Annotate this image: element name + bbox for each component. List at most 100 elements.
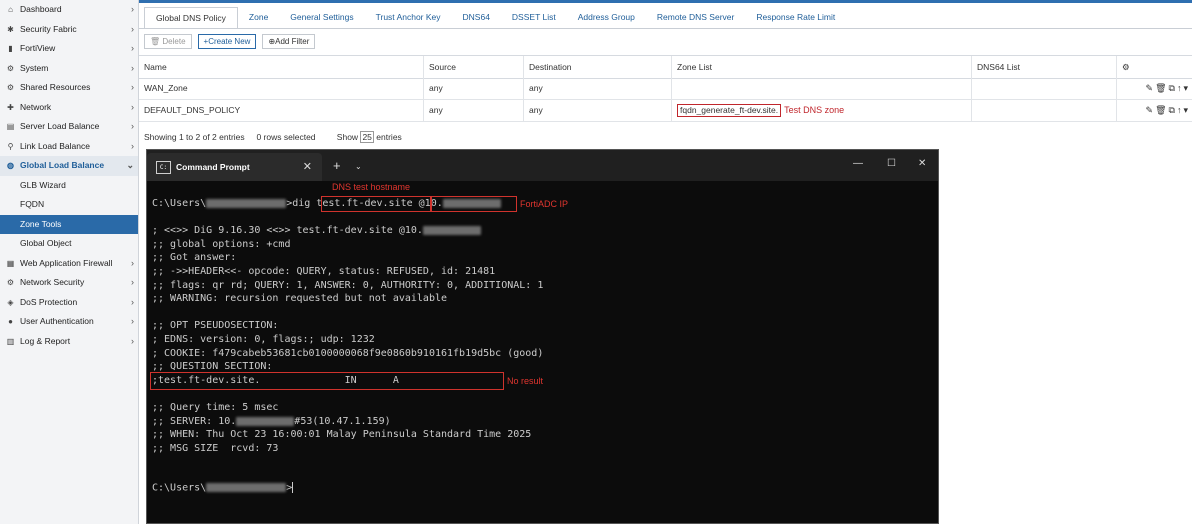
- delete-button[interactable]: 🗑 Delete: [144, 33, 192, 49]
- row-destination: any: [524, 77, 672, 99]
- chevron-right-icon: ›: [131, 257, 134, 268]
- sidebar-subitem-zone-tools[interactable]: Zone Tools: [0, 214, 138, 234]
- selected-count: 0 rows selected: [256, 132, 316, 142]
- cmd-tab-title: Command Prompt: [176, 162, 250, 172]
- column-settings[interactable]: ⚙: [1117, 56, 1192, 78]
- terminal-line: ;; flags: qr rd; QUERY: 1, ANSWER: 0, AU…: [152, 280, 544, 291]
- sidebar-item-link-load-balance[interactable]: ⚲ Link Load Balance ›: [0, 137, 138, 157]
- terminal-line: ;; MSG SIZE rcvd: 73: [152, 443, 279, 454]
- chevron-right-icon: ⌄: [126, 160, 134, 170]
- user-icon: ●: [8, 317, 13, 326]
- tab-address-group[interactable]: Address Group: [567, 7, 646, 28]
- column-header-source[interactable]: Source: [424, 56, 524, 78]
- clone-icon[interactable]: ⧉: [1169, 105, 1177, 115]
- sidebar-item-network[interactable]: ✚ Network ›: [0, 98, 138, 118]
- sidebar-subitem-glb-wizard[interactable]: GLB Wizard: [0, 176, 138, 196]
- edit-icon[interactable]: ✎: [1146, 105, 1156, 115]
- chevron-down-icon[interactable]: ⌄: [355, 151, 362, 182]
- chevron-right-icon: ›: [131, 4, 134, 14]
- terminal-line: ;; Query time: 5 msec: [152, 402, 279, 413]
- table-row[interactable]: DEFAULT_DNS_POLICY any any fqdn_generate…: [139, 99, 1192, 122]
- page-size-select[interactable]: 25: [360, 131, 374, 143]
- sidebar-item-dashboard[interactable]: ⌂ Dashboard ›: [0, 0, 138, 20]
- terminal-output[interactable]: DNS test hostname C:\Users\xxxxxxxx>dig …: [147, 181, 938, 523]
- column-header-name[interactable]: Name: [139, 56, 424, 78]
- sidebar-item-network-security[interactable]: ⚙ Network Security ›: [0, 273, 138, 293]
- chevron-down-icon[interactable]: ▾: [1183, 105, 1190, 115]
- delete-icon[interactable]: 🗑: [1155, 105, 1168, 115]
- zone-list-highlight: fqdn_generate_ft-dev.site.: [677, 104, 782, 117]
- annotation-ip: FortiADC IP: [520, 199, 569, 209]
- sidebar-item-dos-protection[interactable]: ◈ DoS Protection ›: [0, 293, 138, 313]
- tab-response-rate-limit[interactable]: Response Rate Limit: [745, 7, 846, 28]
- close-tab-icon[interactable]: ✕: [303, 153, 312, 181]
- link-icon: ⚲: [7, 141, 14, 151]
- maximize-icon[interactable]: ☐: [887, 150, 896, 178]
- sidebar-item-log-report[interactable]: ▥ Log & Report ›: [0, 332, 138, 352]
- cmd-tab[interactable]: C: Command Prompt ✕: [147, 153, 322, 181]
- terminal-line: ; COOKIE: f479cabeb53681cb0100000068f9e0…: [152, 348, 544, 359]
- sidebar-subitem-fqdn[interactable]: FQDN: [0, 195, 138, 215]
- tab-general-settings[interactable]: General Settings: [279, 7, 364, 28]
- gear-icon[interactable]: ⚙: [1122, 62, 1130, 72]
- shared-resources-icon: ⚙: [6, 83, 15, 92]
- add-filter-button[interactable]: ⊕Add Filter: [262, 33, 316, 49]
- row-dns64: [972, 99, 1117, 121]
- new-tab-icon[interactable]: +: [333, 150, 341, 181]
- question-highlight: [150, 372, 504, 390]
- row-zone-list: fqdn_generate_ft-dev.site. Test DNS zone: [672, 99, 972, 121]
- network-icon: ✚: [7, 102, 14, 112]
- row-destination: any: [524, 99, 672, 121]
- cmd-titlebar: C: Command Prompt ✕ + ⌄ — ☐ ✕: [147, 150, 938, 181]
- tab-zone[interactable]: Zone: [238, 7, 279, 28]
- terminal-line: ; <<>> DiG 9.16.30 <<>> test.ft-dev.site…: [152, 225, 481, 236]
- sidebar-item-global-load-balance[interactable]: ◍ Global Load Balance ⌄: [0, 156, 138, 176]
- row-name: WAN_Zone: [139, 77, 424, 99]
- chevron-right-icon: ›: [131, 316, 134, 326]
- chevron-right-icon: ›: [131, 121, 134, 131]
- minimize-icon[interactable]: —: [853, 150, 863, 178]
- tab-global-dns-policy[interactable]: Global DNS Policy: [144, 7, 238, 29]
- shield-icon: ◈: [7, 297, 14, 307]
- chevron-right-icon: ›: [131, 277, 134, 287]
- column-header-zone-list[interactable]: Zone List: [672, 56, 972, 78]
- command-prompt-window: C: Command Prompt ✕ + ⌄ — ☐ ✕ DNS test h…: [146, 149, 939, 524]
- tab-remote-dns-server[interactable]: Remote DNS Server: [646, 7, 745, 28]
- sidebar-item-fortiview[interactable]: ▮ FortiView ›: [0, 39, 138, 59]
- sidebar-item-shared-resources[interactable]: ⚙ Shared Resources ›: [0, 78, 138, 98]
- log-icon: ▥: [6, 336, 15, 346]
- tab-dsset-list[interactable]: DSSET List: [501, 7, 567, 28]
- terminal-prompt: C:\Users\xxxxxxxx>: [152, 482, 294, 494]
- waf-icon: ▦: [6, 258, 15, 268]
- close-icon[interactable]: ✕: [918, 150, 926, 178]
- column-header-destination[interactable]: Destination: [524, 56, 672, 78]
- sidebar-subitem-global-object[interactable]: Global Object: [0, 234, 138, 254]
- terminal-line: ;; global options: +cmd: [152, 239, 291, 250]
- trash-icon: 🗑: [150, 36, 161, 46]
- table-footer: Showing 1 to 2 of 2 entries 0 rows selec…: [144, 131, 402, 143]
- create-new-button[interactable]: +Create New: [197, 33, 257, 49]
- tab-dns64[interactable]: DNS64: [452, 7, 501, 28]
- terminal-line: ;; OPT PSEUDOSECTION:: [152, 320, 279, 331]
- chevron-right-icon: ›: [131, 82, 134, 92]
- column-header-dns64-list[interactable]: DNS64 List: [972, 56, 1117, 78]
- sidebar-item-web-application-firewall[interactable]: ▦ Web Application Firewall ›: [0, 254, 138, 274]
- table-header: Name Source Destination Zone List DNS64 …: [139, 55, 1192, 79]
- chevron-right-icon: ›: [131, 101, 134, 112]
- sidebar-item-user-authentication[interactable]: ● User Authentication ›: [0, 312, 138, 332]
- row-source: any: [424, 77, 524, 99]
- terminal-line: ; EDNS: version: 0, flags:; udp: 1232: [152, 334, 375, 345]
- tab-trust-anchor-key[interactable]: Trust Anchor Key: [365, 7, 452, 28]
- terminal-line: ;; SERVER: 10.xxxxxx#53(10.47.1.159): [152, 416, 391, 427]
- security-fabric-icon: ✱: [7, 24, 14, 34]
- table-row[interactable]: WAN_Zone any any: [139, 77, 1192, 100]
- sidebar-item-system[interactable]: ⚙ System ›: [0, 59, 138, 79]
- hostname-highlight: [321, 196, 432, 212]
- terminal-icon: C:: [156, 161, 171, 174]
- entries-summary: Showing 1 to 2 of 2 entries: [144, 132, 245, 142]
- sidebar-item-server-load-balance[interactable]: ▤ Server Load Balance ›: [0, 117, 138, 137]
- sidebar-item-security-fabric[interactable]: ✱ Security Fabric ›: [0, 20, 138, 40]
- annotation-hostname: DNS test hostname: [332, 182, 411, 192]
- chevron-right-icon: ›: [131, 335, 134, 346]
- top-accent-stripe: [139, 0, 1192, 3]
